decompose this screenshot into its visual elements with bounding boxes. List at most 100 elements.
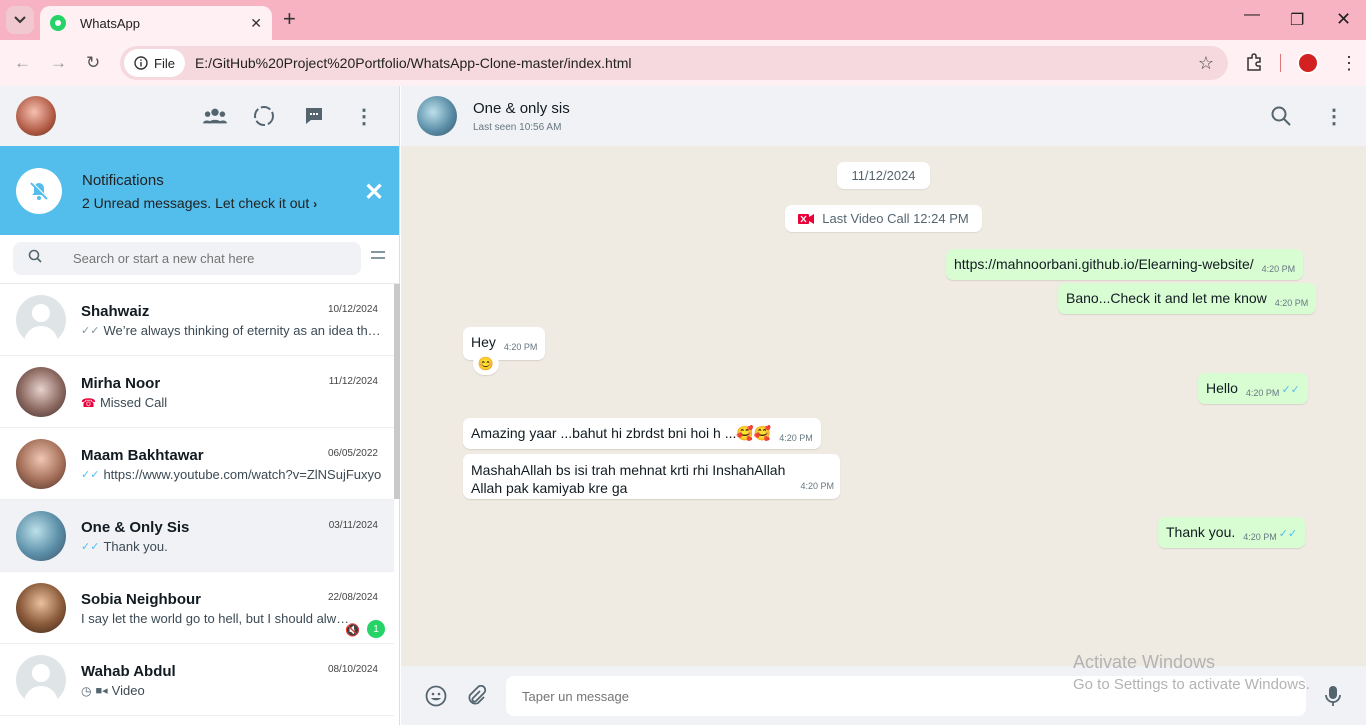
video-call-icon	[798, 213, 815, 224]
message-bubble[interactable]: Bano...Check it and let me know 4:20 PM	[1058, 283, 1317, 314]
chat-item-sobia-neighbour[interactable]: Sobia Neighbour 22/08/2024 I say let the…	[0, 572, 394, 644]
contact-name: One & only sis	[473, 100, 570, 117]
my-avatar[interactable]	[16, 96, 56, 136]
restore-button[interactable]: ❐	[1290, 10, 1304, 30]
search-box[interactable]	[13, 242, 361, 275]
status-icon[interactable]	[252, 106, 276, 126]
new-chat-icon[interactable]	[302, 106, 326, 126]
chat-name: Shahwaiz	[81, 303, 150, 320]
browser-tab[interactable]: WhatsApp ✕	[40, 6, 272, 40]
avatar	[16, 511, 66, 561]
message-bubble[interactable]: Hey 4:20 PM	[463, 327, 546, 360]
bookmark-star-icon[interactable]: ☆	[1198, 53, 1214, 74]
message-bubble[interactable]: Hello 4:20 PM ✓✓	[1198, 373, 1308, 404]
avatar	[16, 583, 66, 633]
message-bubble[interactable]: Thank you. 4:20 PM ✓✓	[1158, 517, 1306, 548]
chat-date: 08/10/2024	[327, 664, 378, 675]
forward-button[interactable]: →	[50, 53, 67, 73]
call-notice: Last Video Call 12:24 PM	[785, 205, 982, 232]
chat-preview: ✓✓ Thank you.	[81, 539, 168, 554]
menu-icon[interactable]: ⋮	[352, 106, 376, 128]
chat-name: One & Only Sis	[81, 519, 190, 536]
search-icon[interactable]	[1271, 106, 1291, 131]
whatsapp-favicon-icon	[50, 15, 66, 31]
chat-preview: ✓✓ https://www.youtube.com/watch?v=ZlNSuj…	[81, 467, 382, 482]
notification-subtitle[interactable]: 2 Unread messages. Let check it out ›	[82, 195, 317, 211]
chat-preview: ✓✓ We’re always thinking of eternity as a…	[81, 323, 386, 338]
double-check-icon: ✓✓	[1281, 384, 1300, 396]
chat-date: 03/11/2024	[328, 520, 378, 531]
chat-list: Shahwaiz 10/12/2024 ✓✓ We’re always think…	[0, 284, 394, 725]
filter-icon[interactable]	[371, 251, 385, 263]
sidebar-header: ⋮	[0, 86, 399, 146]
chat-item-shahwaiz[interactable]: Shahwaiz 10/12/2024 ✓✓ We’re always think…	[0, 284, 394, 356]
message-area: 11/12/2024 Last Video Call 12:24 PM http…	[401, 146, 1366, 666]
unread-badge: 1	[367, 620, 385, 638]
chat-item-maam-bakhtawar[interactable]: Maam Bakhtawar 06/05/2022 ✓✓ https://www.…	[0, 428, 394, 500]
tab-search-button[interactable]	[6, 6, 34, 34]
browser-menu-icon[interactable]: ⋮	[1340, 53, 1358, 74]
profile-avatar[interactable]	[1297, 52, 1319, 74]
message-bubble[interactable]: https://mahnoorbani.github.io/Elearning-…	[946, 249, 1304, 280]
search-input[interactable]	[73, 251, 353, 266]
chat-item-one-and-only-sis[interactable]: One & Only Sis 03/11/2024 ✓✓ Thank you.	[0, 500, 394, 572]
communities-icon[interactable]	[203, 106, 227, 126]
search-icon	[13, 249, 57, 268]
info-icon	[134, 56, 148, 70]
notification-close-icon[interactable]: ✕	[364, 178, 384, 207]
file-label: File	[154, 55, 175, 71]
message-bubble[interactable]: MashahAllah bs isi trah mehnat krti rhi …	[463, 454, 840, 499]
chat-item-wahab-abdul[interactable]: Wahab Abdul 08/10/2024 ◷ ■◂ Video	[0, 644, 394, 716]
video-icon: ■◂	[95, 685, 108, 697]
date-divider: 11/12/2024	[837, 162, 930, 189]
message-bubble[interactable]: Amazing yaar ...bahut hi zbrdst bni hoi …	[463, 418, 821, 449]
message-reaction[interactable]: 😊	[473, 353, 499, 375]
tab-close-icon[interactable]: ✕	[250, 15, 262, 32]
double-check-icon: ✓✓	[81, 469, 100, 481]
double-check-icon: ✓✓	[1278, 528, 1298, 540]
default-avatar	[16, 295, 66, 345]
chat-name: Maam Bakhtawar	[81, 447, 204, 464]
last-seen: Last seen 10:56 AM	[473, 122, 562, 133]
conversation-menu-icon[interactable]: ⋮	[1324, 104, 1344, 129]
browser-toolbar: ← → ↻ File E:/GitHub%20Project%20Portfol…	[0, 40, 1366, 86]
contact-avatar[interactable]	[417, 96, 457, 136]
chat-list-scrollbar[interactable]	[394, 284, 400, 499]
address-bar[interactable]: File E:/GitHub%20Project%20Portfolio/Wha…	[120, 46, 1228, 80]
missed-call-icon: ☎	[81, 395, 96, 410]
default-avatar	[16, 655, 66, 705]
conversation-header[interactable]: One & only sis Last seen 10:56 AM ⋮	[401, 86, 1366, 146]
muted-icon: 🔇	[345, 623, 360, 637]
url-text: E:/GitHub%20Project%20Portfolio/WhatsApp…	[194, 55, 632, 71]
window-close-button[interactable]: ✕	[1336, 9, 1351, 30]
whatsapp-app: ⋮ Notifications 2 Unread messages. Let c…	[0, 86, 1366, 725]
activate-windows-watermark: Activate Windows Go to Settings to activ…	[1073, 652, 1310, 693]
chat-date: 10/12/2024	[327, 304, 378, 315]
extensions-icon[interactable]	[1245, 53, 1263, 76]
avatar	[16, 367, 66, 417]
attach-icon[interactable]	[465, 684, 487, 712]
emoji-icon[interactable]	[425, 685, 447, 712]
notification-title: Notifications	[82, 172, 164, 189]
avatar	[16, 439, 66, 489]
chat-preview: I say let the world go to hell, but I sh…	[81, 611, 351, 626]
search-row	[0, 235, 399, 284]
notification-banner[interactable]: Notifications 2 Unread messages. Let che…	[0, 146, 399, 235]
chat-preview: ◷ ■◂ Video	[81, 683, 145, 698]
chat-date: 22/08/2024	[327, 592, 378, 603]
reload-button[interactable]: ↻	[86, 53, 100, 73]
site-info-chip[interactable]: File	[124, 49, 185, 77]
chat-preview: ☎ Missed Call	[81, 395, 168, 410]
microphone-icon[interactable]	[1325, 685, 1341, 712]
double-check-icon: ✓✓	[81, 325, 100, 337]
back-button[interactable]: ←	[14, 53, 31, 73]
chat-item-mirha-noor[interactable]: Mirha Noor 11/12/2024 ☎ Missed Call	[0, 356, 394, 428]
chat-date: 11/12/2024	[328, 376, 378, 387]
browser-tab-strip: WhatsApp ✕ + — ❐ ✕	[0, 0, 1366, 40]
chat-date: 06/05/2022	[327, 448, 378, 459]
new-tab-button[interactable]: +	[283, 8, 296, 30]
chat-name: Mirha Noor	[81, 375, 161, 392]
bell-off-icon	[16, 168, 62, 214]
chat-name: Sobia Neighbour	[81, 591, 201, 608]
minimize-button[interactable]: —	[1244, 6, 1260, 24]
